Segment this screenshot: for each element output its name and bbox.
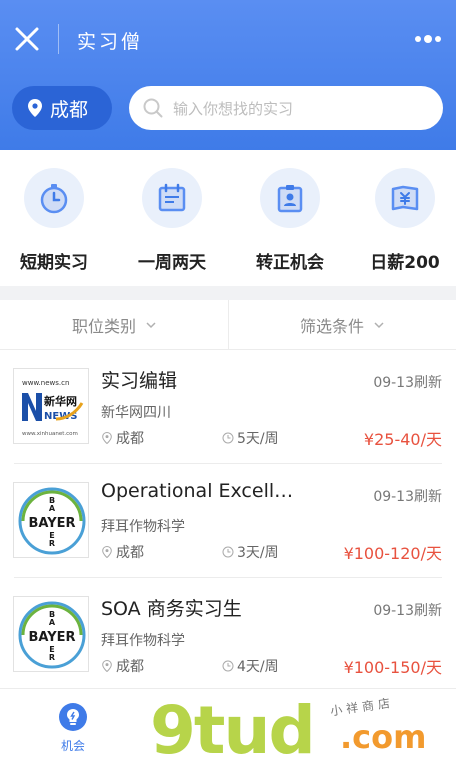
category-shortcuts: 短期实习 一周两天 转正机会 日薪200 — [0, 150, 456, 286]
filter-label: 筛选条件 — [299, 317, 364, 336]
calendar-icon — [142, 168, 202, 228]
days-text: 5天/周 — [237, 431, 279, 447]
logo-url: www.news.cn — [22, 379, 69, 387]
clock-icon — [222, 546, 234, 558]
refresh-date: 09-13刷新 — [373, 603, 442, 619]
svg-text:A: A — [49, 618, 56, 627]
job-title: 实习编辑 — [101, 370, 178, 392]
logo-text: BAYER — [28, 630, 75, 645]
job-card[interactable]: BAYER B A E R SOA 商务实习生 09-13刷新 拜耳作物科学 成… — [0, 578, 456, 692]
tab-label: 机会 — [60, 739, 85, 753]
refresh-date: 09-13刷新 — [373, 375, 442, 391]
filter-bar: 职位类别 筛选条件 — [0, 300, 456, 350]
location-text: 成都 — [116, 659, 144, 675]
filter-label: 职位类别 — [71, 317, 136, 336]
location-pin-icon — [28, 99, 42, 117]
category-label: 一周两天 — [138, 253, 206, 273]
job-card[interactable]: www.news.cn 新华网 NEWS www.xinhuanet.com 实… — [0, 350, 456, 464]
tab-opportunities[interactable]: 机会 — [50, 703, 96, 754]
search-input[interactable]: 输入你想找的实习 — [129, 86, 443, 130]
search-icon — [143, 98, 163, 118]
watermark-logo: 9tud — [150, 692, 316, 760]
location-text: 成都 — [116, 431, 144, 447]
app-title: 实习僧 — [77, 31, 144, 53]
clock-icon — [222, 660, 234, 672]
job-category-filter[interactable]: 职位类别 — [0, 300, 228, 350]
logo-url-2: www.xinhuanet.com — [22, 431, 78, 437]
money-icon — [375, 168, 435, 228]
job-location: 成都 — [101, 542, 144, 562]
company-name: 新华网四川 — [101, 405, 171, 421]
company-name: 拜耳作物科学 — [101, 633, 185, 649]
lightbulb-icon — [59, 703, 87, 731]
location-pin-icon — [102, 546, 112, 558]
svg-text:R: R — [49, 539, 55, 548]
category-label: 短期实习 — [20, 253, 88, 273]
job-days: 4天/周 — [222, 656, 279, 676]
category-two-days[interactable]: 一周两天 — [122, 168, 222, 273]
location-pin-icon — [102, 660, 112, 672]
salary: ¥100-120/天 — [343, 544, 442, 563]
job-card[interactable]: BAYER B A E R Operational Excell… 09-13刷… — [0, 464, 456, 578]
refresh-date: 09-13刷新 — [373, 489, 442, 505]
svg-text:A: A — [49, 504, 56, 513]
chevron-down-icon — [374, 322, 384, 329]
logo-name: 新华网 — [44, 394, 77, 408]
logo-text: BAYER — [28, 516, 75, 531]
more-icon[interactable] — [414, 28, 442, 50]
days-text: 3天/周 — [237, 545, 279, 561]
chevron-down-icon — [146, 322, 156, 329]
salary: ¥100-150/天 — [343, 658, 442, 677]
clock-icon — [222, 432, 234, 444]
days-text: 4天/周 — [237, 659, 279, 675]
salary: ¥25-40/天 — [363, 430, 442, 449]
city-selector[interactable]: 成都 — [12, 86, 112, 130]
category-daily-pay[interactable]: 日薪200 — [355, 168, 455, 273]
badge-icon — [260, 168, 320, 228]
job-title: Operational Excell… — [101, 480, 294, 502]
category-label: 转正机会 — [256, 253, 324, 273]
job-location: 成都 — [101, 428, 144, 448]
company-logo-bayer: BAYER B A E R — [13, 596, 89, 672]
watermark-suffix: .com — [340, 718, 427, 756]
company-logo-xinhua: www.news.cn 新华网 NEWS www.xinhuanet.com — [13, 368, 89, 444]
location-text: 成都 — [116, 545, 144, 561]
header-divider — [58, 24, 59, 54]
stopwatch-icon — [24, 168, 84, 228]
job-days: 5天/周 — [222, 428, 279, 448]
company-name: 拜耳作物科学 — [101, 519, 185, 535]
job-location: 成都 — [101, 656, 144, 676]
category-short-term[interactable]: 短期实习 — [4, 168, 104, 273]
job-days: 3天/周 — [222, 542, 279, 562]
close-icon[interactable] — [14, 26, 40, 52]
search-placeholder: 输入你想找的实习 — [173, 99, 294, 118]
conditions-filter[interactable]: 筛选条件 — [228, 300, 456, 350]
header: 实习僧 成都 输入你想找的实习 — [0, 0, 456, 150]
company-logo-bayer: BAYER B A E R — [13, 482, 89, 558]
location-pin-icon — [102, 432, 112, 444]
category-label: 日薪200 — [370, 253, 440, 273]
job-title: SOA 商务实习生 — [101, 598, 242, 620]
svg-text:R: R — [49, 653, 55, 662]
city-label: 成都 — [50, 98, 89, 121]
category-conversion[interactable]: 转正机会 — [240, 168, 340, 273]
section-gap — [0, 286, 456, 300]
